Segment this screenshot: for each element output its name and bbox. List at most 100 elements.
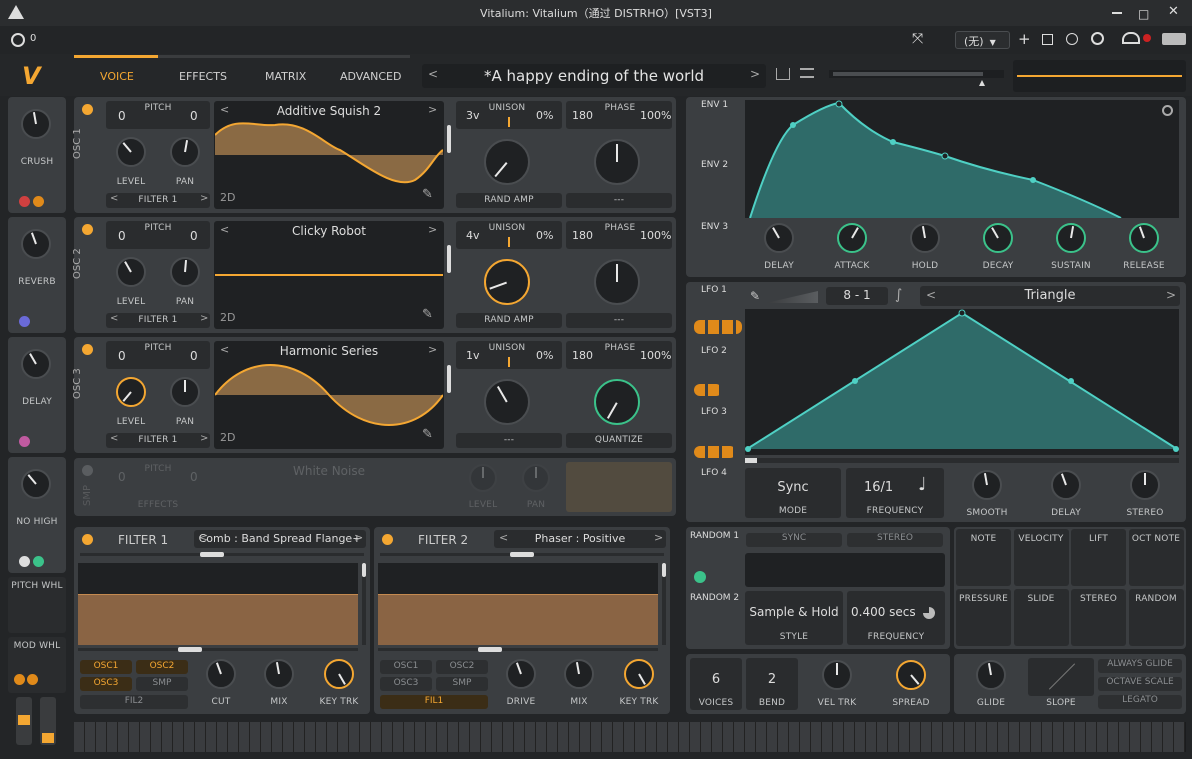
mod-source-slide[interactable]: SLIDE: [1013, 589, 1069, 646]
piano-key[interactable]: [822, 722, 833, 752]
dest-prev-icon[interactable]: <: [110, 313, 118, 324]
filter-2-response[interactable]: [378, 563, 658, 645]
env-delay-knob[interactable]: [764, 223, 794, 253]
preset-next-icon[interactable]: >: [750, 67, 760, 81]
filter-1-cut-knob[interactable]: [206, 659, 236, 689]
piano-key[interactable]: [514, 722, 525, 752]
pitch-left-value[interactable]: 0: [118, 109, 126, 123]
piano-key[interactable]: [580, 722, 591, 752]
phase-box[interactable]: 180 PHASE 100%: [566, 221, 672, 249]
osc-3-destination[interactable]: FILTER 1 < >: [106, 433, 210, 448]
random-sync-button[interactable]: SYNC: [746, 533, 842, 547]
mod-wheel[interactable]: MOD WHL: [8, 637, 66, 693]
mod-source-pressure[interactable]: PRESSURE: [956, 589, 1011, 646]
osc-1-wavetable[interactable]: < Additive Squish 2 >2D ✎: [214, 101, 444, 209]
phase-box[interactable]: 180 PHASE 100%: [566, 101, 672, 129]
filter-src-osc1[interactable]: OSC1: [380, 660, 432, 674]
piano-key[interactable]: [426, 722, 437, 752]
osc-bottom-right-select[interactable]: ---: [566, 193, 672, 208]
piano-key[interactable]: [305, 722, 316, 752]
filter-key-thumb[interactable]: [178, 647, 202, 652]
osc-bottom-left-select[interactable]: RAND AMP: [456, 193, 562, 208]
piano-key[interactable]: [547, 722, 558, 752]
pitch-right-value[interactable]: 0: [190, 229, 198, 243]
filter-blend-thumb[interactable]: [200, 552, 224, 557]
filter-res-thumb[interactable]: [362, 563, 366, 577]
envelope-graph[interactable]: [745, 100, 1179, 218]
lfo-paint-slider[interactable]: [766, 291, 818, 303]
filter-blend-thumb[interactable]: [510, 552, 534, 557]
sampler-pitch-left[interactable]: 0: [118, 470, 126, 484]
env-point-hold[interactable]: [790, 122, 796, 128]
filter-2-drive-knob[interactable]: [506, 659, 536, 689]
piano-key[interactable]: [470, 722, 481, 752]
pitch-right-value[interactable]: 0: [190, 349, 198, 363]
pitch-left-value[interactable]: 0: [118, 349, 126, 363]
minimize-icon[interactable]: [1112, 12, 1122, 14]
piano-key[interactable]: [536, 722, 547, 752]
env-point-attack[interactable]: [835, 100, 843, 108]
piano-key[interactable]: [503, 722, 514, 752]
osc-1-spectral-knob[interactable]: [484, 139, 530, 185]
osc-2-level-knob[interactable]: [116, 257, 146, 287]
piano-key[interactable]: [965, 722, 976, 752]
piano-key[interactable]: [239, 722, 250, 752]
osc-bottom-left-select[interactable]: RAND AMP: [456, 313, 562, 328]
lfo-tab-4[interactable]: LFO 4: [701, 468, 727, 478]
piano-key[interactable]: [1152, 722, 1163, 752]
piano-key[interactable]: [1141, 722, 1152, 752]
piano-key[interactable]: [481, 722, 492, 752]
piano-key[interactable]: [1064, 722, 1075, 752]
filter-src-smp[interactable]: SMP: [436, 677, 488, 691]
filter-1-response[interactable]: [78, 563, 358, 645]
piano-key[interactable]: [646, 722, 657, 752]
bypass-icon[interactable]: [1066, 33, 1078, 45]
random-tab-2[interactable]: RANDOM 2: [690, 593, 739, 603]
osc-1-level-knob[interactable]: [116, 137, 146, 167]
wavetable-mode[interactable]: 2D: [220, 191, 235, 204]
osc-2-distortion-knob[interactable]: [594, 259, 640, 305]
env-point-release[interactable]: [1030, 177, 1036, 183]
filter-2-power[interactable]: [382, 534, 393, 545]
wavetable-position-slider[interactable]: [447, 365, 451, 393]
lfo-scroll-bar[interactable]: [745, 458, 1179, 463]
osc-bottom-left-select[interactable]: ---: [456, 433, 562, 448]
osc-1-distortion-knob[interactable]: [594, 139, 640, 185]
spread-knob[interactable]: [896, 660, 926, 690]
piano-key[interactable]: [877, 722, 888, 752]
piano-key[interactable]: [283, 722, 294, 752]
lfo-point-end[interactable]: [1173, 446, 1179, 452]
filter-key-thumb[interactable]: [478, 647, 502, 652]
piano-key[interactable]: [976, 722, 987, 752]
slope-display[interactable]: [1028, 658, 1094, 696]
osc-2-spectral-knob[interactable]: [484, 259, 530, 305]
env-hold-knob[interactable]: [910, 223, 940, 253]
master-volume-slider[interactable]: [829, 70, 1004, 86]
filter-res-thumb[interactable]: [662, 563, 666, 577]
curve-icon[interactable]: ∫: [895, 287, 902, 303]
bend-box[interactable]: 2 BEND: [746, 658, 798, 710]
piano-key[interactable]: [833, 722, 844, 752]
piano-key[interactable]: [789, 722, 800, 752]
record-icon[interactable]: [1143, 34, 1151, 42]
piano-key[interactable]: [767, 722, 778, 752]
env-tab-1[interactable]: ENV 1: [701, 100, 728, 110]
piano-key[interactable]: [855, 722, 866, 752]
piano-key[interactable]: [217, 722, 228, 752]
maximize-icon[interactable]: □: [1138, 7, 1149, 21]
piano-key[interactable]: [393, 722, 404, 752]
random-stereo-button[interactable]: STEREO: [847, 533, 943, 547]
osc-2-destination[interactable]: FILTER 1 < >: [106, 313, 210, 328]
osc-3-level-knob[interactable]: [116, 377, 146, 407]
filter-src-osc3[interactable]: OSC3: [380, 677, 432, 691]
piano-key[interactable]: [987, 722, 998, 752]
piano-key[interactable]: [525, 722, 536, 752]
filter-1-mix-knob[interactable]: [264, 659, 294, 689]
piano-key[interactable]: [844, 722, 855, 752]
env-sustain-knob[interactable]: [1056, 223, 1086, 253]
filter-src-osc1[interactable]: OSC1: [80, 660, 132, 674]
vel-trk-knob[interactable]: [822, 660, 852, 690]
piano-key[interactable]: [415, 722, 426, 752]
routing-icon[interactable]: ⤧: [912, 31, 923, 47]
delay-macro-knob[interactable]: [21, 349, 51, 379]
